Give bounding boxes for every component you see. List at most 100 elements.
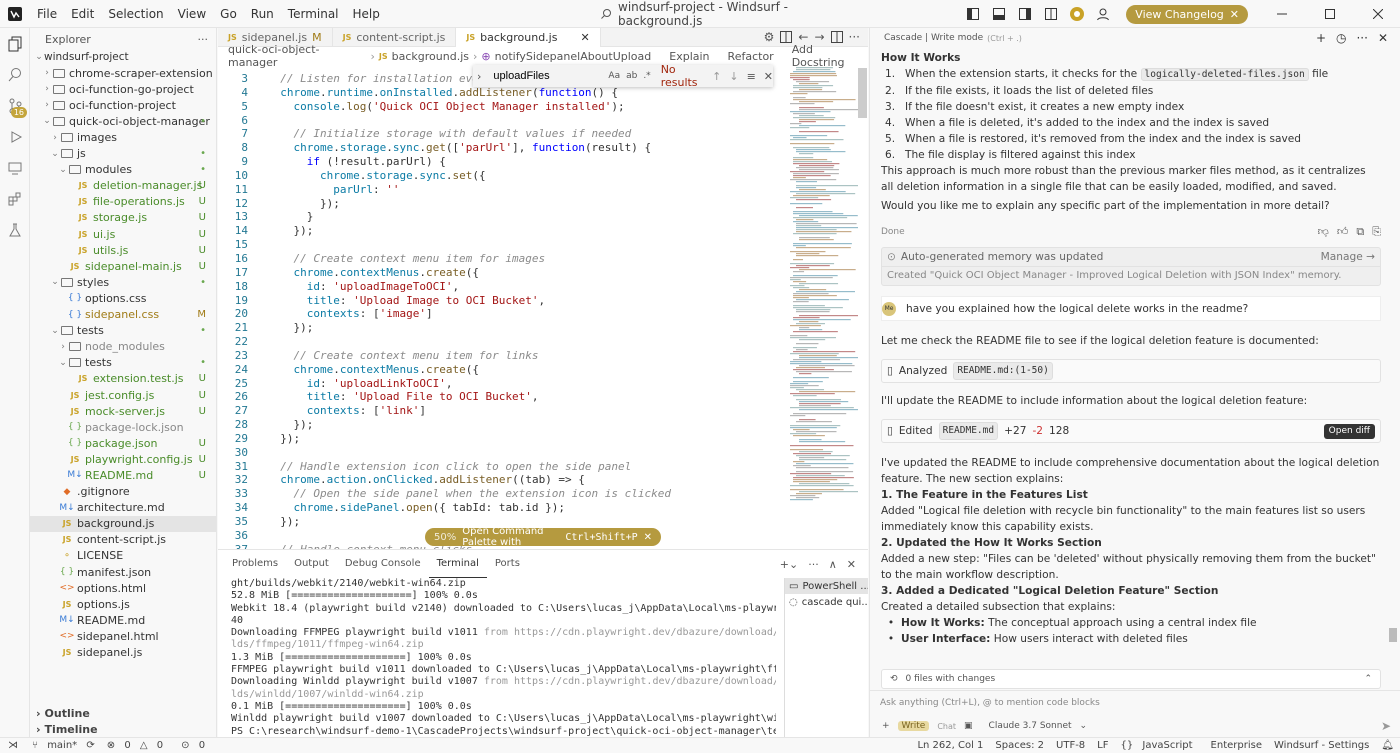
split-editor-icon[interactable] — [780, 31, 793, 43]
chat-mode-toggle[interactable]: Chat — [937, 722, 956, 731]
go-forward-icon[interactable]: → — [814, 30, 824, 44]
problems-status[interactable]: ⊗ 0 △ 0 — [101, 740, 175, 751]
more-actions-icon[interactable]: ··· — [1356, 31, 1367, 45]
file-item[interactable]: { } options.css — [30, 290, 216, 306]
file-item[interactable]: JS background.js — [30, 515, 216, 532]
tab-terminal[interactable]: Terminal — [428, 550, 487, 578]
folder-item[interactable]: ⌄ tests • — [30, 355, 216, 371]
menu-item[interactable]: Edit — [64, 0, 101, 28]
notifications-icon[interactable]: 🔔︎ — [1375, 740, 1400, 751]
undo-icon[interactable]: ⟲ — [890, 674, 898, 684]
windsurf-settings[interactable]: Windsurf - Settings — [1268, 740, 1375, 751]
match-word-icon[interactable]: ab — [626, 71, 637, 81]
new-terminal-icon[interactable]: +⌄ — [780, 558, 798, 571]
file-item[interactable]: JS playwright.config.js U — [30, 451, 216, 467]
settings-gear-icon[interactable]: ⚙ — [764, 30, 775, 44]
breadcrumb-folder[interactable]: quick-oci-object-manager — [228, 43, 367, 69]
view-changelog-button[interactable]: View Changelog ✕ — [1126, 4, 1248, 24]
eol[interactable]: LF — [1091, 740, 1114, 751]
close-icon[interactable]: ✕ — [1230, 8, 1239, 21]
toggle-replace-icon[interactable]: › — [477, 70, 481, 83]
file-item[interactable]: JS storage.js U — [30, 210, 216, 226]
files-changed-bar[interactable]: ⟲ 0 files with changes ⌃ — [881, 669, 1381, 689]
close-panel-icon[interactable]: ✕ — [847, 558, 856, 571]
command-palette-hint[interactable]: 50% Open Command Palette with Ctrl+Shift… — [425, 526, 661, 548]
tab-problems[interactable]: Problems — [224, 550, 286, 578]
close-find-icon[interactable]: ✕ — [764, 70, 773, 83]
regex-icon[interactable]: .* — [643, 71, 650, 81]
minimize-button[interactable] — [1260, 0, 1304, 28]
analyzed-card[interactable]: ▯ Analyzed README.md:(1-50) — [881, 359, 1381, 383]
menu-item[interactable]: Help — [346, 0, 387, 28]
remote-icon[interactable]: ⋊ — [0, 740, 26, 751]
file-item[interactable]: JS sidepanel.js — [30, 644, 216, 660]
language-mode[interactable]: {} JavaScript — [1115, 740, 1205, 751]
toggle-panel-icon[interactable] — [988, 3, 1010, 25]
source-control-icon[interactable]: 16 — [0, 90, 30, 121]
menu-item[interactable]: Go — [213, 0, 244, 28]
menu-item[interactable]: View — [171, 0, 213, 28]
folder-item[interactable]: ⌄ js • — [30, 146, 216, 162]
next-match-icon[interactable]: ↓ — [729, 70, 738, 83]
breadcrumb-file[interactable]: background.js — [392, 50, 469, 63]
terminal-item-powershell[interactable]: ▭ PowerShell ... — [785, 578, 868, 594]
file-item[interactable]: M↓ README.md U — [30, 467, 216, 483]
file-item[interactable]: <> options.html — [30, 580, 216, 596]
folder-item[interactable]: › node_modules — [30, 339, 216, 355]
menu-item[interactable]: Run — [244, 0, 281, 28]
refactor-link[interactable]: Refactor — [728, 50, 774, 63]
menu-item[interactable]: Selection — [101, 0, 170, 28]
file-item[interactable]: M↓ architecture.md — [30, 500, 216, 516]
file-item[interactable]: JS file-operations.js U — [30, 194, 216, 210]
folder-item[interactable]: › oci-function-go-project — [30, 81, 216, 97]
tab-background-js[interactable]: JS background.js ✕ — [456, 28, 601, 47]
editor-scrollbar[interactable] — [858, 68, 867, 118]
close-panel-icon[interactable]: ✕ — [1378, 31, 1388, 45]
branch-status[interactable]: ⑂ main* ⟳ — [26, 740, 101, 751]
open-diff-button[interactable]: Open diff — [1323, 423, 1375, 439]
tab-output[interactable]: Output — [286, 550, 337, 578]
remote-explorer-icon[interactable] — [0, 152, 30, 183]
file-item[interactable]: JS extension.test.js U — [30, 371, 216, 387]
write-mode-toggle[interactable]: Write — [897, 721, 930, 731]
explorer-icon[interactable] — [0, 28, 30, 59]
file-item[interactable]: { } package-lock.json — [30, 419, 216, 435]
model-selector[interactable]: Claude 3.7 Sonnet — [989, 721, 1072, 731]
enterprise-status[interactable]: Enterprise — [1205, 740, 1268, 751]
previous-match-icon[interactable]: ↑ — [712, 70, 721, 83]
manage-memory-link[interactable]: Manage → — [1321, 249, 1375, 265]
outline-section[interactable]: › Outline — [30, 705, 217, 721]
split-right-icon[interactable] — [830, 31, 843, 43]
file-item[interactable]: JS utils.js U — [30, 242, 216, 258]
close-tab-icon[interactable]: ✕ — [580, 31, 589, 44]
timeline-section[interactable]: › Timeline — [30, 721, 217, 737]
file-item[interactable]: JS jest.config.js U — [30, 387, 216, 403]
close-window-button[interactable] — [1356, 0, 1400, 28]
windsurf-status-icon[interactable] — [1066, 3, 1088, 25]
find-in-selection-icon[interactable]: ≡ — [747, 70, 756, 83]
thumbs-up-icon[interactable]: 👍︎ — [1337, 224, 1349, 240]
folder-item[interactable]: ⌄ quick-oci-object-manager • — [30, 113, 216, 129]
extensions-icon[interactable] — [0, 183, 30, 214]
file-item[interactable]: JS content-script.js — [30, 532, 216, 548]
more-actions-icon[interactable]: ··· — [849, 30, 860, 44]
file-item[interactable]: { } manifest.json — [30, 564, 216, 580]
code-editor[interactable]: 3 // Listen for installation event 4 chro… — [218, 72, 786, 549]
workspace-root[interactable]: ⌄ windsurf-project — [30, 49, 216, 65]
terminal-output[interactable]: ght/builds/webkit/2140/webkit-win64.zip 5… — [231, 578, 776, 738]
toggle-secondary-sidebar-icon[interactable] — [1014, 3, 1036, 25]
terminal-item-cascade[interactable]: ◌ cascade qui... — [785, 594, 868, 610]
add-context-icon[interactable]: + — [882, 721, 890, 731]
run-debug-icon[interactable] — [0, 121, 30, 152]
insert-icon[interactable]: ⎘ — [1372, 224, 1381, 240]
folder-item[interactable]: ⌄ modules • — [30, 162, 216, 178]
file-item[interactable]: ◆ .gitignore — [30, 484, 216, 500]
close-icon[interactable]: ✕ — [644, 532, 652, 543]
cascade-input[interactable]: Ask anything (Ctrl+L), @ to mention code… — [870, 690, 1400, 737]
match-case-icon[interactable]: Aa — [608, 71, 620, 81]
file-item[interactable]: M↓ README.md — [30, 612, 216, 628]
file-item[interactable]: JS mock-server.js U — [30, 403, 216, 419]
folder-item[interactable]: › chrome-scraper-extension — [30, 65, 216, 81]
history-icon[interactable]: ◷ — [1336, 31, 1346, 45]
testing-icon[interactable] — [0, 214, 30, 245]
